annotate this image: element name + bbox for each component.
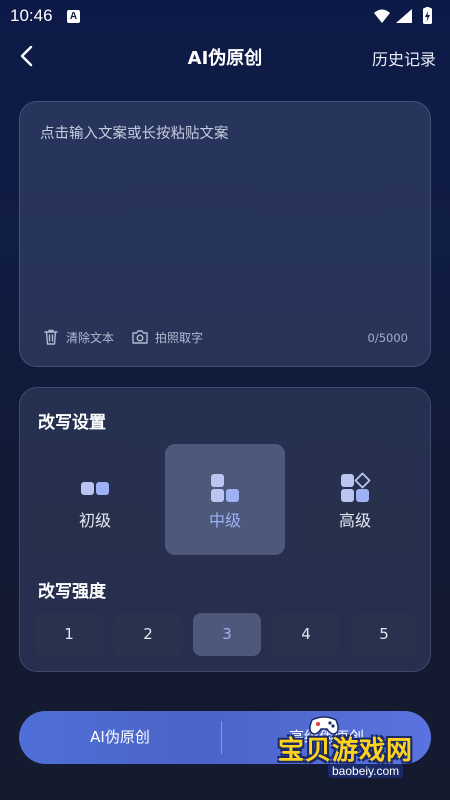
camera-icon (132, 330, 148, 344)
status-time: 10:46 (10, 6, 53, 25)
status-bar: 10:46 A (0, 0, 450, 32)
nav-bar: AI伪原创 历史记录 (0, 36, 450, 76)
wifi-icon (374, 9, 390, 23)
strength-1-button[interactable]: 1 (35, 613, 103, 656)
trash-icon (44, 329, 58, 345)
watermark-text: 宝贝游戏网 (278, 736, 414, 766)
photo-ocr-button[interactable]: 拍照取字 (131, 326, 203, 348)
level-intermediate-icon (211, 474, 239, 502)
watermark-url: baobeiy.com (328, 764, 404, 778)
clear-text-button[interactable]: 清除文本 (42, 326, 114, 348)
strength-4-button[interactable]: 4 (272, 613, 340, 656)
strength-5-button[interactable]: 5 (351, 613, 417, 656)
notification-icon: A (67, 10, 80, 23)
level-advanced[interactable]: 高级 (295, 444, 415, 555)
level-advanced-icon (341, 472, 371, 502)
history-button[interactable]: 历史记录 (372, 46, 436, 70)
char-counter: 0/5000 (367, 331, 408, 345)
signal-icon (396, 9, 412, 23)
level-basic[interactable]: 初级 (35, 444, 155, 555)
input-card: 清除文本 拍照取字 0/5000 (19, 101, 431, 367)
text-input[interactable] (40, 122, 412, 312)
level-basic-icon (81, 482, 109, 495)
level-basic-label: 初级 (78, 511, 111, 530)
level-intermediate-label: 中级 (208, 511, 241, 530)
strength-3-button[interactable]: 3 (193, 613, 261, 656)
level-advanced-label: 高级 (338, 511, 371, 530)
clear-text-label: 清除文本 (66, 330, 115, 345)
status-icons (372, 7, 442, 25)
level-intermediate[interactable]: 中级 (165, 444, 285, 555)
ai-rewrite-button[interactable]: AI伪原创 (19, 711, 221, 764)
settings-card: 改写设置 初级 中级 高级 改写强度 1 2 3 4 5 (19, 387, 431, 672)
photo-ocr-label: 拍照取字 (155, 330, 204, 345)
rewrite-settings-title: 改写设置 (38, 413, 106, 433)
strength-2-button[interactable]: 2 (114, 613, 182, 656)
rewrite-strength-title: 改写强度 (38, 582, 106, 602)
battery-icon (423, 7, 432, 24)
watermark: 宝贝游戏网 baobeiy.com (272, 712, 432, 782)
